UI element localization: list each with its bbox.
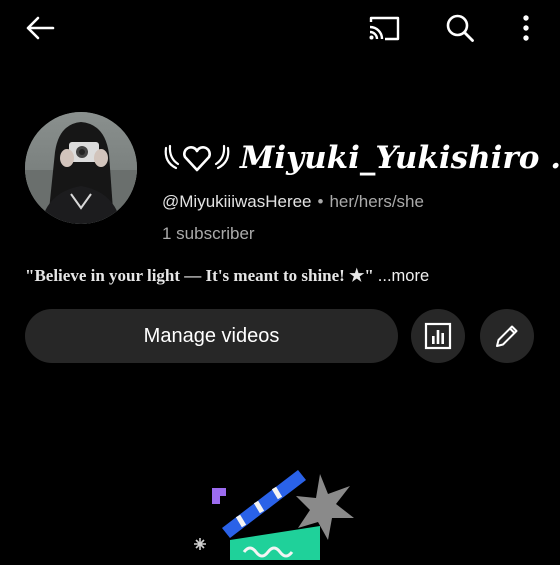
separator-dot: • bbox=[317, 192, 324, 211]
clapperboard-illustration bbox=[194, 470, 354, 560]
winged-heart-icon bbox=[162, 142, 232, 174]
cast-icon bbox=[369, 16, 400, 41]
edit-channel-button[interactable] bbox=[480, 309, 534, 363]
more-options-button[interactable] bbox=[506, 8, 546, 48]
manage-videos-button[interactable]: Manage videos bbox=[25, 309, 398, 363]
search-icon bbox=[446, 14, 474, 42]
back-arrow-icon bbox=[26, 16, 55, 40]
pencil-icon bbox=[496, 325, 518, 347]
channel-handle-line: @MiyukiiiwasHeree • her/hers/she bbox=[162, 192, 424, 212]
manage-videos-label: Manage videos bbox=[143, 324, 280, 347]
channel-name: Miyuki_Yukishiro .. bbox=[162, 140, 560, 176]
search-button[interactable] bbox=[438, 8, 482, 48]
channel-description[interactable]: "Believe in your light — It's meant to s… bbox=[25, 266, 429, 286]
pronouns: her/hers/she bbox=[329, 192, 424, 211]
avatar-photo bbox=[25, 112, 137, 224]
analytics-button[interactable] bbox=[411, 309, 465, 363]
channel-avatar[interactable] bbox=[25, 112, 137, 224]
cast-button[interactable] bbox=[360, 8, 408, 48]
description-text: "Believe in your light — It's meant to s… bbox=[25, 266, 374, 285]
more-link[interactable]: ...more bbox=[378, 267, 429, 285]
channel-handle: @MiyukiiiwasHeree bbox=[162, 192, 312, 211]
back-button[interactable] bbox=[18, 8, 62, 48]
channel-name-text: Miyuki_Yukishiro .. bbox=[240, 140, 560, 176]
empty-state-illustration bbox=[170, 456, 400, 560]
top-app-bar bbox=[0, 0, 560, 56]
subscriber-count: 1 subscriber bbox=[162, 224, 255, 243]
analytics-icon bbox=[424, 322, 452, 350]
more-vert-icon bbox=[523, 15, 529, 41]
